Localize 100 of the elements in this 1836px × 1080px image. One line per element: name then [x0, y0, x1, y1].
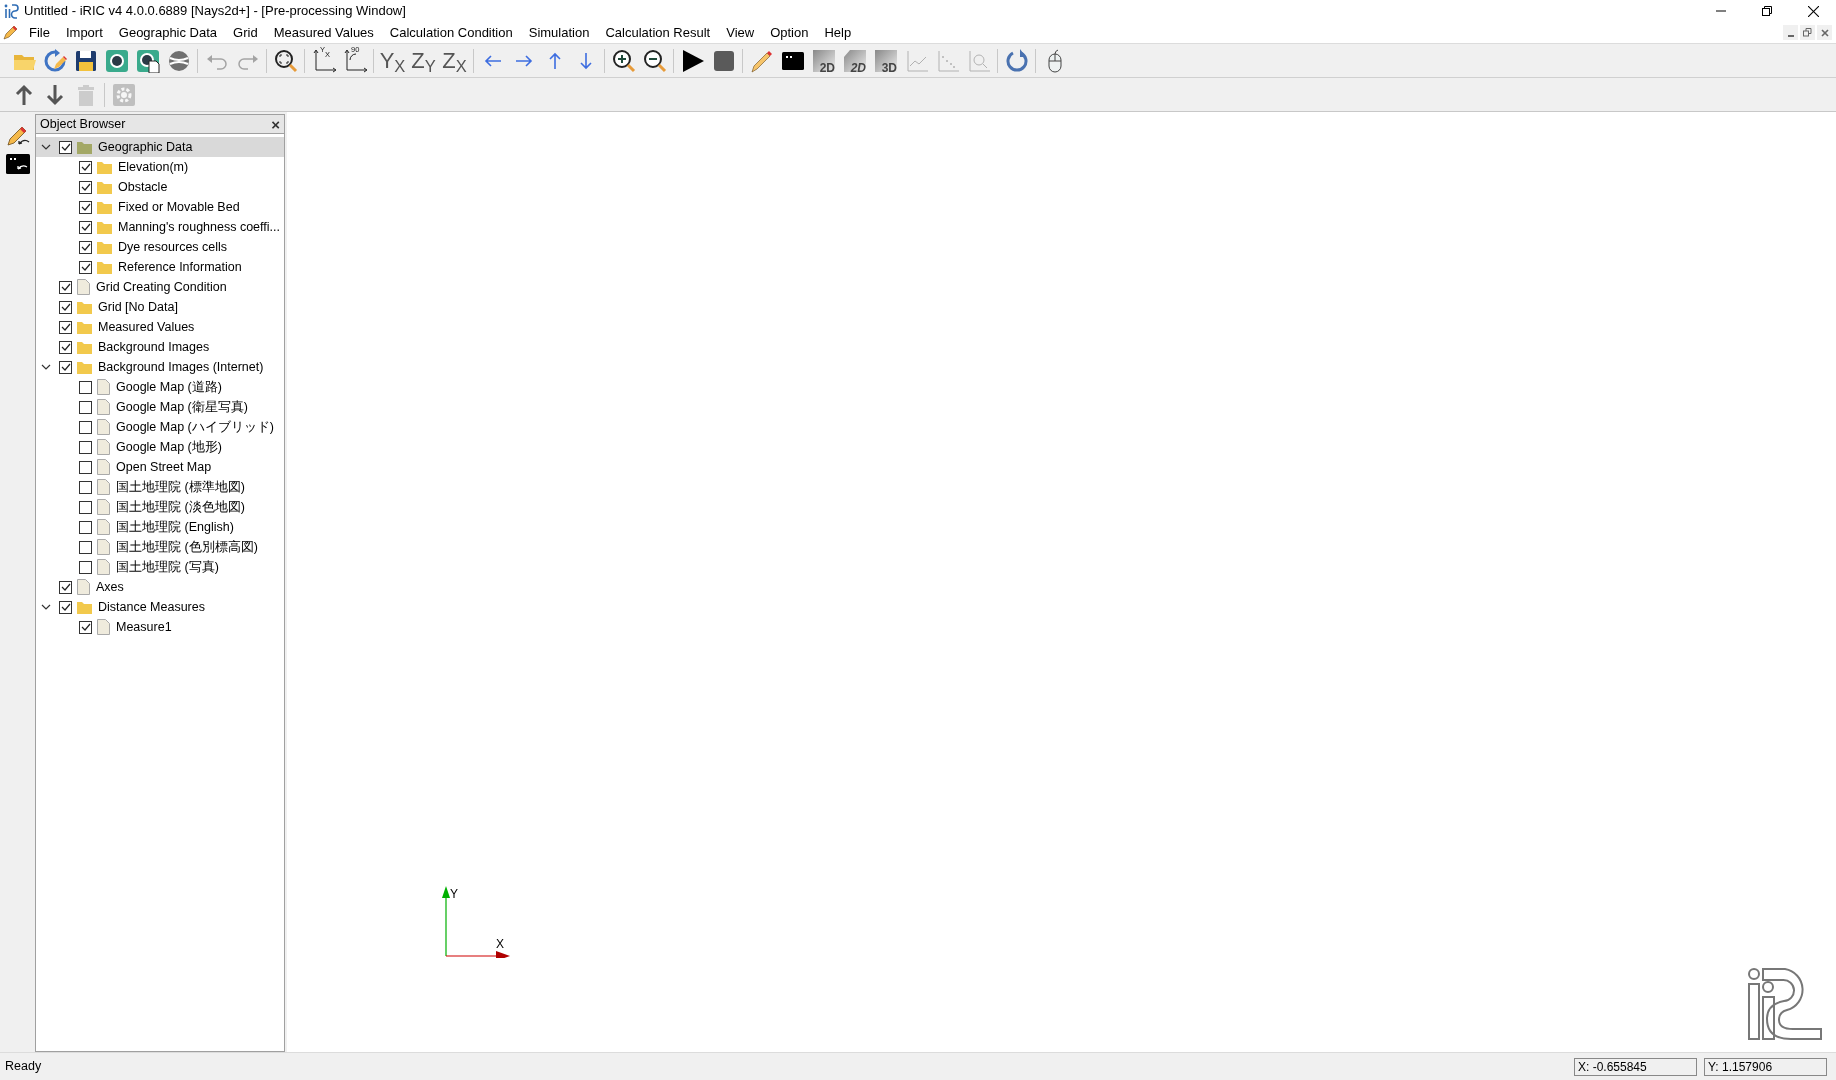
checkbox[interactable] [79, 420, 92, 434]
panel-title: Object Browser [40, 115, 126, 133]
y-coordinate-field: Y: 1.157906 [1704, 1057, 1827, 1076]
checkbox[interactable] [79, 380, 92, 394]
tree-item[interactable]: Measured Values [36, 317, 284, 337]
settings-icon [111, 82, 136, 107]
menu-item[interactable]: Simulation [520, 22, 598, 43]
tree-item[interactable]: 国土地理院 (English) [36, 517, 284, 537]
stop-icon [711, 48, 736, 73]
axis-view-button[interactable]: Y$_{X}$ [377, 45, 408, 76]
close-button[interactable]: × [271, 116, 280, 132]
chart-zoom-icon [966, 48, 991, 73]
document-icon [97, 519, 110, 535]
console-icon[interactable] [5, 154, 30, 174]
tree-item[interactable]: 国土地理院 (色別標高図) [36, 537, 284, 557]
tree-item[interactable]: Google Map (地形) [36, 437, 284, 457]
menu-item[interactable]: Help [816, 22, 860, 43]
menu-item[interactable]: Grid [225, 22, 266, 43]
checkbox[interactable] [79, 220, 92, 234]
checkbox[interactable] [59, 320, 72, 334]
tree-item[interactable]: Background Images (Internet) [36, 357, 284, 377]
tree-item[interactable]: Dye resources cells [36, 237, 284, 257]
document-icon [77, 579, 90, 595]
checkbox[interactable] [79, 440, 92, 454]
tree-item[interactable]: Measure1 [36, 617, 284, 637]
checkbox[interactable] [59, 280, 72, 294]
menu-item[interactable]: Import [57, 22, 111, 43]
tree-item[interactable]: Distance Measures [36, 597, 284, 617]
tree-item[interactable]: Reference Information [36, 257, 284, 277]
canvas[interactable]: Y X [287, 112, 1836, 1052]
checkbox[interactable] [79, 180, 92, 194]
expand-chevron-icon[interactable] [41, 602, 51, 612]
axis-view-button[interactable]: Z$_{X}$ [439, 45, 470, 76]
checkbox[interactable] [79, 260, 92, 274]
pencil-icon [2, 24, 18, 41]
folder-icon [97, 260, 112, 274]
tilted-tile-button[interactable]: 2D [839, 45, 870, 76]
tree-item[interactable]: Manning's roughness coeffi... [36, 217, 284, 237]
axes-icon [311, 48, 336, 73]
tree-item[interactable]: 国土地理院 (写真) [36, 557, 284, 577]
tree-item[interactable]: Open Street Map [36, 457, 284, 477]
tree-item[interactable]: Background Images [36, 337, 284, 357]
checkbox[interactable] [79, 540, 92, 554]
tree-item[interactable]: Geographic Data [36, 137, 284, 157]
checkbox[interactable] [79, 560, 92, 574]
tree-item[interactable]: Elevation(m) [36, 157, 284, 177]
checkbox[interactable] [59, 360, 72, 374]
checkbox[interactable] [59, 140, 72, 154]
axis-label: X [496, 937, 504, 951]
checkbox[interactable] [79, 500, 92, 514]
tree-item[interactable]: Grid [No Data] [36, 297, 284, 317]
tree-item[interactable]: Obstacle [36, 177, 284, 197]
tree-item[interactable]: Grid Creating Condition [36, 277, 284, 297]
menu-item[interactable]: Measured Values [265, 22, 382, 43]
checkbox[interactable] [79, 400, 92, 414]
menu-item[interactable]: Calculation Condition [381, 22, 521, 43]
tile-button[interactable]: 3D [870, 45, 901, 76]
checkbox[interactable] [79, 620, 92, 634]
menu-item[interactable]: Calculation Result [597, 22, 719, 43]
play-icon [680, 48, 705, 73]
checkbox[interactable] [59, 580, 72, 594]
checkbox[interactable] [79, 200, 92, 214]
tree-item[interactable]: Google Map (道路) [36, 377, 284, 397]
tile-icon [873, 48, 898, 73]
refresh-icon [42, 48, 67, 73]
checkbox[interactable] [59, 300, 72, 314]
mdi-minimize-button[interactable] [1783, 25, 1798, 40]
checkbox[interactable] [79, 480, 92, 494]
tree-item[interactable]: Google Map (ハイブリッド) [36, 417, 284, 437]
axis-view-button[interactable]: Z$_{Y}$ [408, 45, 439, 76]
tree-item[interactable]: 国土地理院 (淡色地図) [36, 497, 284, 517]
checkbox[interactable] [59, 600, 72, 614]
menu-item[interactable]: File [21, 22, 58, 43]
rotate-icon [1004, 48, 1029, 73]
checkbox[interactable] [59, 340, 72, 354]
folder-icon [77, 320, 92, 334]
tree-item[interactable]: 国土地理院 (標準地図) [36, 477, 284, 497]
checkbox[interactable] [79, 520, 92, 534]
menu-item[interactable]: Option [762, 22, 817, 43]
tree-item[interactable]: Fixed or Movable Bed [36, 197, 284, 217]
window-title: Untitled - iRIC v4 4.0.0.6889 [Nays2d+] - [Pre-processing Window] [24, 2, 406, 21]
document-icon [97, 619, 110, 635]
line-chart-icon [904, 48, 929, 73]
expand-chevron-icon[interactable] [41, 362, 51, 372]
document-icon [97, 539, 110, 555]
expand-chevron-icon[interactable] [41, 142, 51, 152]
status-message: Ready [5, 1058, 42, 1076]
checkbox[interactable] [79, 160, 92, 174]
document-icon [77, 279, 90, 295]
edit-pencil-icon[interactable] [4, 124, 31, 148]
menu-item[interactable]: Geographic Data [110, 22, 226, 43]
tile-button[interactable]: 2D [808, 45, 839, 76]
menu-item[interactable]: View [718, 22, 763, 43]
checkbox[interactable] [79, 240, 92, 254]
x-coordinate-field: X: -0.655845 [1574, 1057, 1697, 1076]
tree-item[interactable]: Axes [36, 577, 284, 597]
mdi-restore-button[interactable] [1800, 25, 1815, 40]
tree-item[interactable]: Google Map (衛星写真) [36, 397, 284, 417]
checkbox[interactable] [79, 460, 92, 474]
mdi-close-button[interactable] [1817, 25, 1832, 40]
